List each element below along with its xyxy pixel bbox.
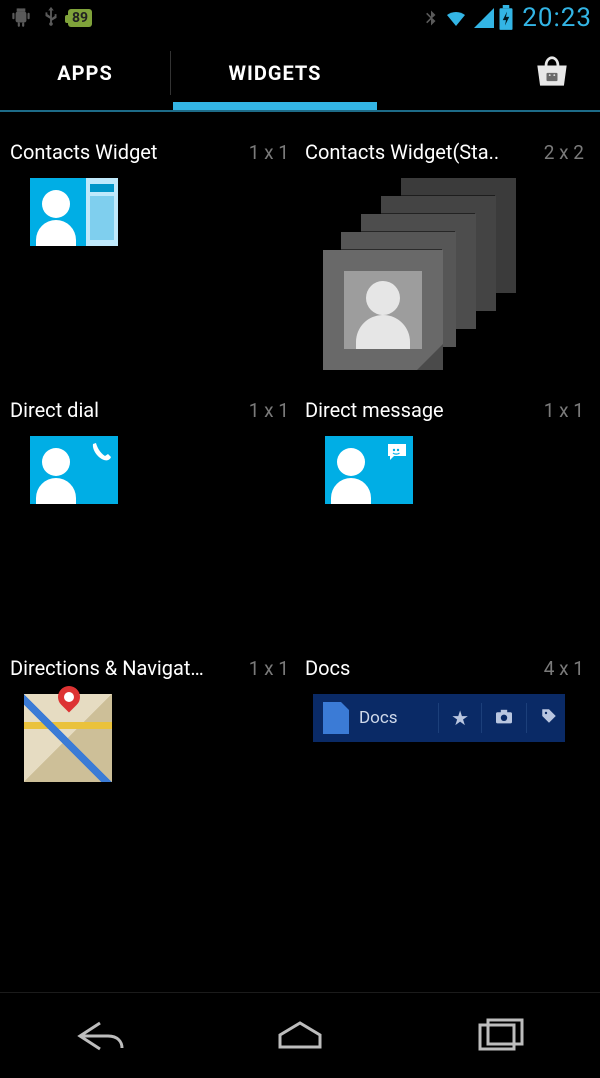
navigation-bar <box>0 992 600 1078</box>
status-right: 20:23 <box>422 3 592 33</box>
recents-button[interactable] <box>455 1009 545 1063</box>
battery-badge: 89 <box>68 9 92 27</box>
widget-title: Direct dial <box>10 398 99 422</box>
widget-grid: Contacts Widget 1 x 1 Contacts Widget(St… <box>0 112 600 886</box>
widget-dim: 1 x 1 <box>544 399 584 422</box>
widget-dim: 1 x 1 <box>249 141 289 164</box>
widget-dim: 1 x 1 <box>249 657 289 680</box>
docs-file-icon <box>323 702 349 734</box>
status-time: 20:23 <box>522 3 592 33</box>
widget-directions[interactable]: Directions & Navigati.. 1 x 1 <box>10 656 295 886</box>
android-debug-icon <box>8 3 34 33</box>
widget-title: Direct message <box>305 398 444 422</box>
widget-title: Docs <box>305 656 350 680</box>
home-button[interactable] <box>255 1009 345 1063</box>
battery-charging-icon <box>498 5 514 31</box>
widget-dim: 2 x 2 <box>544 141 584 164</box>
play-store-button[interactable] <box>530 49 588 97</box>
widget-dim: 1 x 1 <box>249 399 289 422</box>
camera-icon <box>488 706 520 730</box>
widget-direct-message[interactable]: Direct message 1 x 1 <box>305 398 590 628</box>
contacts-widget-preview <box>30 178 118 246</box>
widget-contacts-stack[interactable]: Contacts Widget(Sta.. 2 x 2 <box>305 140 590 370</box>
direct-message-preview <box>325 436 413 504</box>
widget-title: Directions & Navigati.. <box>10 656 205 680</box>
widget-title: Contacts Widget(Sta.. <box>305 140 499 164</box>
tag-icon <box>533 706 565 730</box>
widget-docs[interactable]: Docs 4 x 1 Docs ★ <box>305 656 590 886</box>
widget-contacts[interactable]: Contacts Widget 1 x 1 <box>10 140 295 370</box>
tab-apps[interactable]: APPS <box>0 36 170 110</box>
phone-icon <box>90 440 114 468</box>
star-icon: ★ <box>445 706 475 730</box>
message-icon <box>384 440 410 468</box>
direct-dial-preview <box>30 436 118 504</box>
status-left: 89 <box>8 3 92 33</box>
signal-icon <box>472 6 496 30</box>
directions-preview <box>24 694 112 782</box>
widget-dim: 4 x 1 <box>544 657 584 680</box>
wifi-icon <box>442 6 470 30</box>
docs-preview: Docs ★ <box>313 694 565 742</box>
tab-widgets[interactable]: WIDGETS <box>171 36 379 110</box>
widget-direct-dial[interactable]: Direct dial 1 x 1 <box>10 398 295 628</box>
map-pin-icon <box>53 681 84 712</box>
widget-title: Contacts Widget <box>10 140 157 164</box>
usb-icon <box>40 3 62 33</box>
status-bar: 89 20:23 <box>0 0 600 36</box>
tabs-row: APPS WIDGETS <box>0 36 600 110</box>
bluetooth-icon <box>422 6 440 30</box>
docs-label: Docs <box>359 708 398 728</box>
contacts-stack-preview <box>323 178 533 378</box>
back-button[interactable] <box>55 1009 145 1063</box>
